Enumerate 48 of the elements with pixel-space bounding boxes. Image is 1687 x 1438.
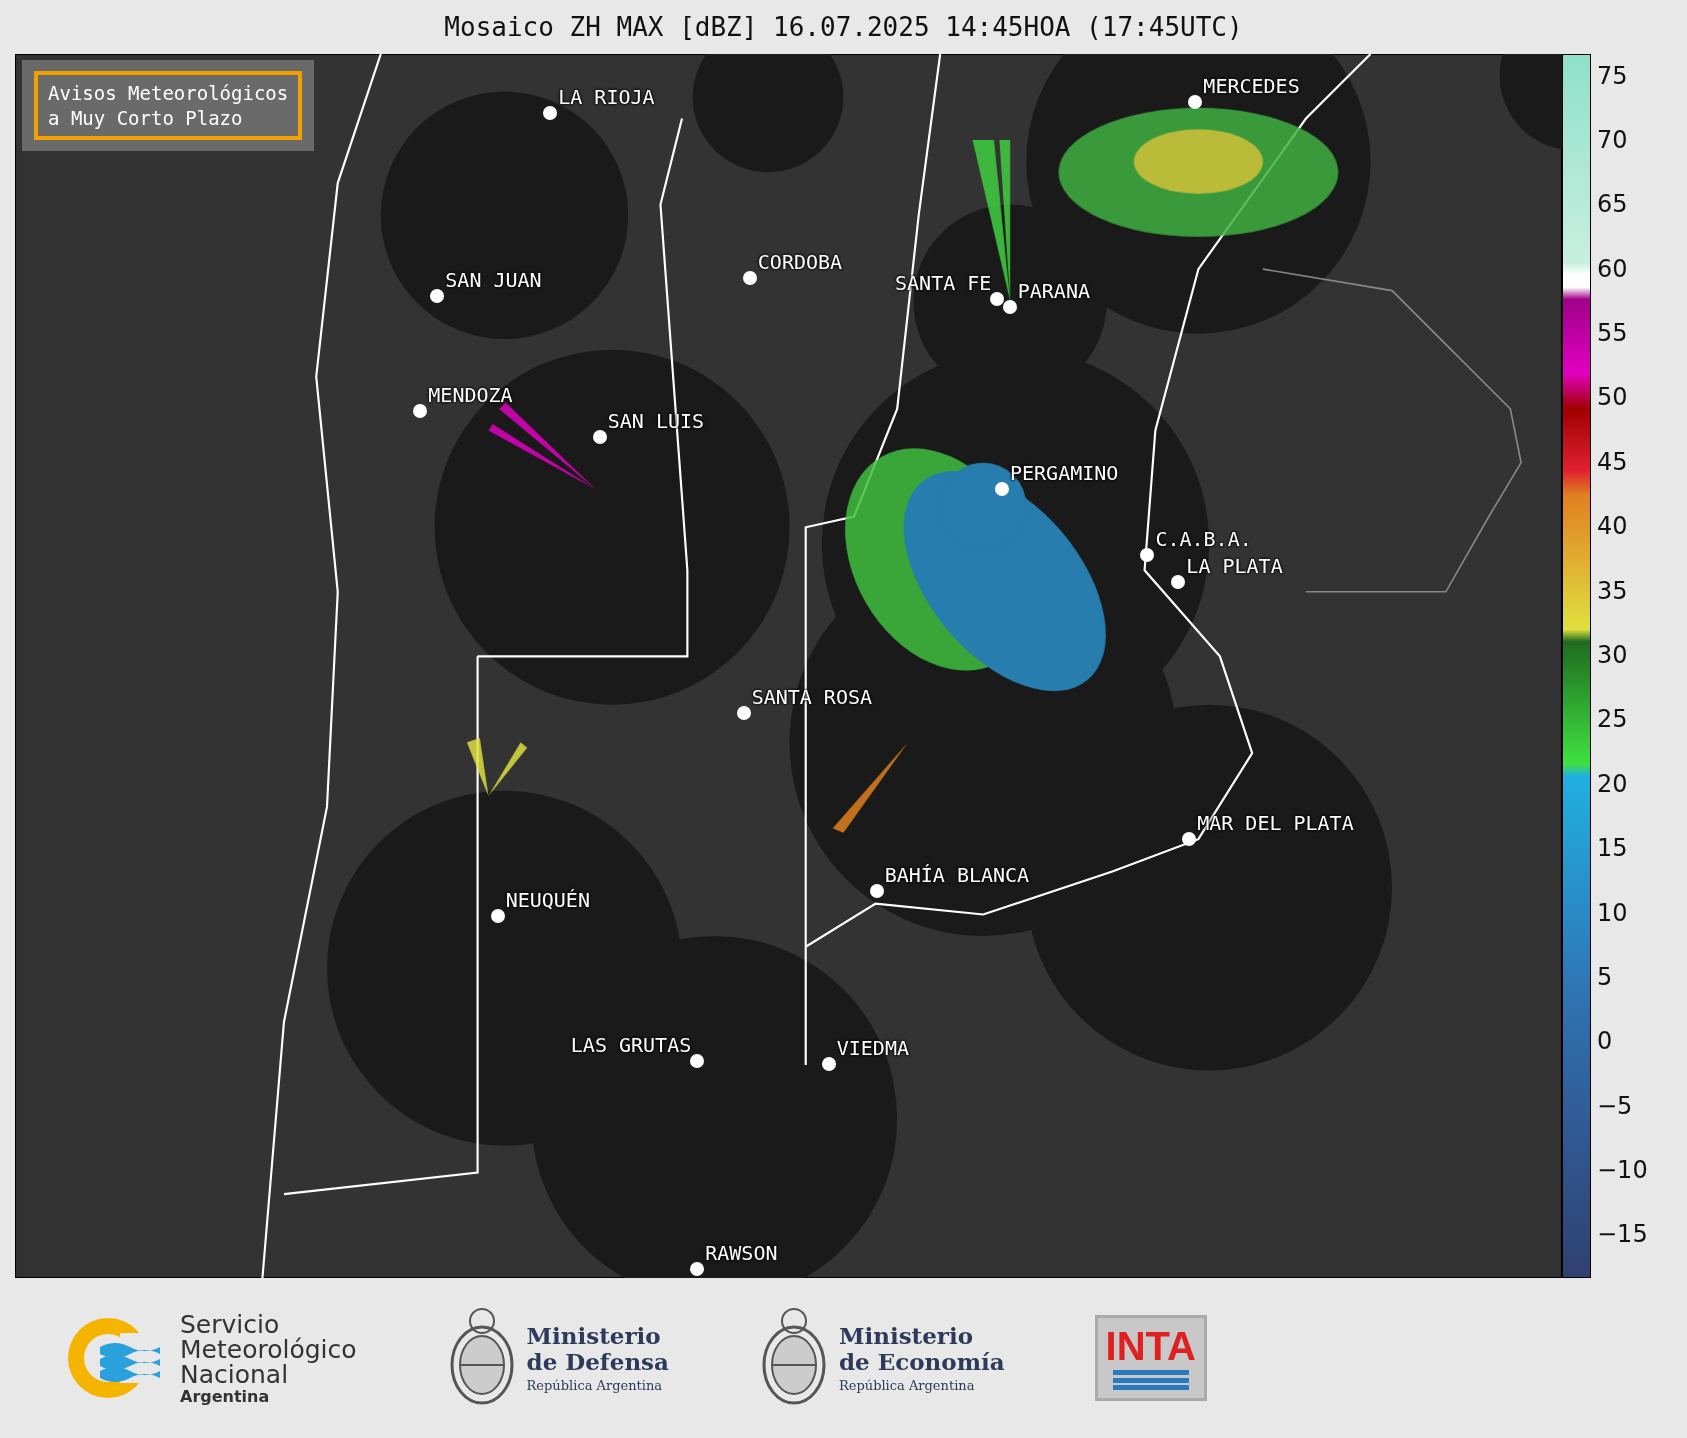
scale-tick-label: 20 <box>1597 769 1628 798</box>
scale-tick-label: 65 <box>1597 190 1628 219</box>
logo-subtext: Argentina <box>180 1388 271 1405</box>
scale-tick-label: 60 <box>1597 254 1628 283</box>
stripes-icon <box>1112 1370 1189 1390</box>
ministry-subtext: República Argentina <box>526 1377 664 1393</box>
city-label: NEUQUÉN <box>505 887 590 912</box>
city-label: LA RIOJA <box>558 84 655 109</box>
city-label: RAWSON <box>705 1241 778 1266</box>
ministry-subtext: República Argentina <box>838 1377 976 1393</box>
city-label: MERCEDES <box>1203 73 1300 98</box>
scale-tick-label: −10 <box>1597 1156 1648 1185</box>
scale-tick-label: 0 <box>1597 1027 1613 1056</box>
logo-text: Meteorológico <box>180 1336 357 1362</box>
notice-text: a Muy Corto Plazo <box>48 105 244 131</box>
ministry-name: de Economía <box>838 1348 1005 1374</box>
city-label: C.A.B.A. <box>1155 526 1252 551</box>
city-label: SAN JUAN <box>445 268 542 293</box>
scale-tick-label: 70 <box>1597 125 1628 154</box>
scale-tick-label: 15 <box>1597 834 1628 863</box>
scale-tick-label: 45 <box>1597 447 1628 476</box>
chart-title: Mosaico ZH MAX [dBZ] 16.07.2025 14:45HOA (17:45UTC) <box>443 11 1244 44</box>
scale-tick-label: 10 <box>1597 898 1628 927</box>
scale-tick-label: 30 <box>1597 640 1628 669</box>
scale-tick-label: 55 <box>1597 319 1628 348</box>
city-label: VIEDMA <box>836 1035 909 1060</box>
logo-text: Servicio <box>180 1311 280 1337</box>
scale-tick-label: 5 <box>1597 962 1613 991</box>
scale-tick-label: −5 <box>1597 1091 1633 1120</box>
logo-text: INTA <box>1105 1326 1196 1366</box>
ministry-name: de Defensa <box>526 1348 669 1374</box>
logo-text: Nacional <box>180 1361 289 1387</box>
city-label: MENDOZA <box>428 383 513 408</box>
city-label: LA PLATA <box>1186 553 1283 578</box>
scale-tick-label: 35 <box>1597 576 1628 605</box>
notice-text: Avisos Meteorológicos <box>48 81 289 106</box>
city-label: PERGAMINO <box>1010 460 1119 485</box>
ministry-name: Ministerio <box>526 1323 662 1349</box>
scale-tick-label: 25 <box>1597 705 1628 734</box>
scale-tick-label: 40 <box>1597 512 1628 541</box>
city-label: LAS GRUTAS <box>570 1033 692 1058</box>
scale-tick-label: −15 <box>1597 1220 1648 1249</box>
city-label: CORDOBA <box>757 250 843 274</box>
ministry-name: Ministerio <box>838 1323 975 1349</box>
city-label: BAHÍA BLANCA <box>884 863 1030 888</box>
scale-tick-label: 50 <box>1597 383 1628 412</box>
city-label: PARANA <box>1017 279 1090 304</box>
scale-tick-label: 75 <box>1597 61 1628 90</box>
